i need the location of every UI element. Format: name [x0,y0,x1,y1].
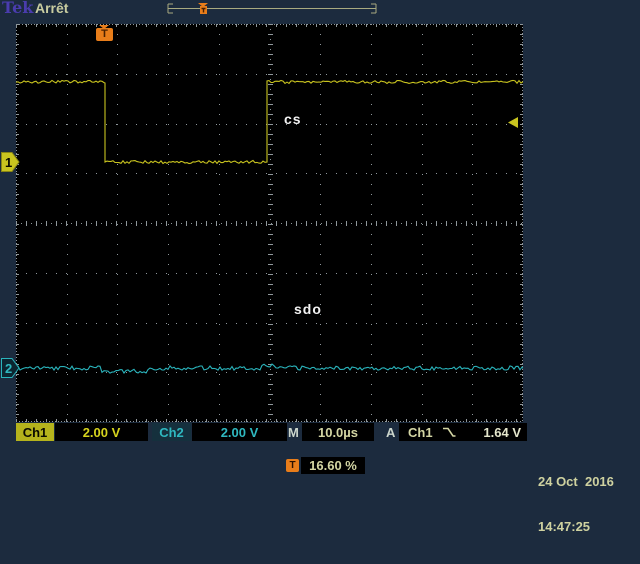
ch1-scale-value: 2.00 V [55,423,148,441]
ch1-ground-marker: 1 [1,152,20,172]
signal-label-sdo: sdo [294,301,322,317]
tek-logo: Tek [2,0,34,17]
ch2-scale-label: Ch2 [152,423,191,441]
ch1-scale-label: Ch1 [16,423,54,441]
ch2-scale-value: 2.00 V [192,423,287,441]
acquisition-status: Arrêt [35,0,69,16]
trigger-readout: Ch1 1.64 V [399,423,527,441]
trigger-t-icon: T [286,459,299,472]
trigger-level-value: 1.64 V [483,424,521,440]
trace-cs [16,79,523,165]
record-view-graphic [167,3,377,14]
readout-row: Ch1 2.00 V Ch2 2.00 V M 10.0µs A Ch1 1.6… [0,422,640,442]
trigger-level-arrow-icon [508,117,518,128]
graticule: T cs sdo [16,24,523,422]
oscilloscope-screen: Tek Arrêt T cs sdo 1 2 Ch1 2.00 V Ch2 2.… [0,0,640,534]
trace-sdo [16,363,523,374]
ch2-ground-marker: 2 [1,358,20,378]
signal-label-cs: cs [284,111,302,127]
datetime-readout: 24 Oct 2016 14:47:25 [538,444,638,564]
timebase-value: 10.0µs [302,423,374,441]
date-line: 24 Oct 2016 [538,474,614,489]
ch1-marker-number: 1 [5,155,12,170]
trigger-position-flag: T [96,25,113,43]
trigger-position-readout: T 16.60 % [286,457,365,474]
trigger-position-value: 16.60 % [301,457,365,474]
trigger-flag-t-icon: T [96,28,113,41]
falling-edge-icon [441,426,457,438]
trigger-source: Ch1 [408,424,433,440]
ch2-marker-number: 2 [5,361,12,376]
record-view-bar [163,2,381,15]
timebase-label: M [288,424,299,440]
trigger-mode-label: A [386,424,396,440]
waveform-plot [16,24,523,422]
time-line: 14:47:25 [538,519,591,534]
